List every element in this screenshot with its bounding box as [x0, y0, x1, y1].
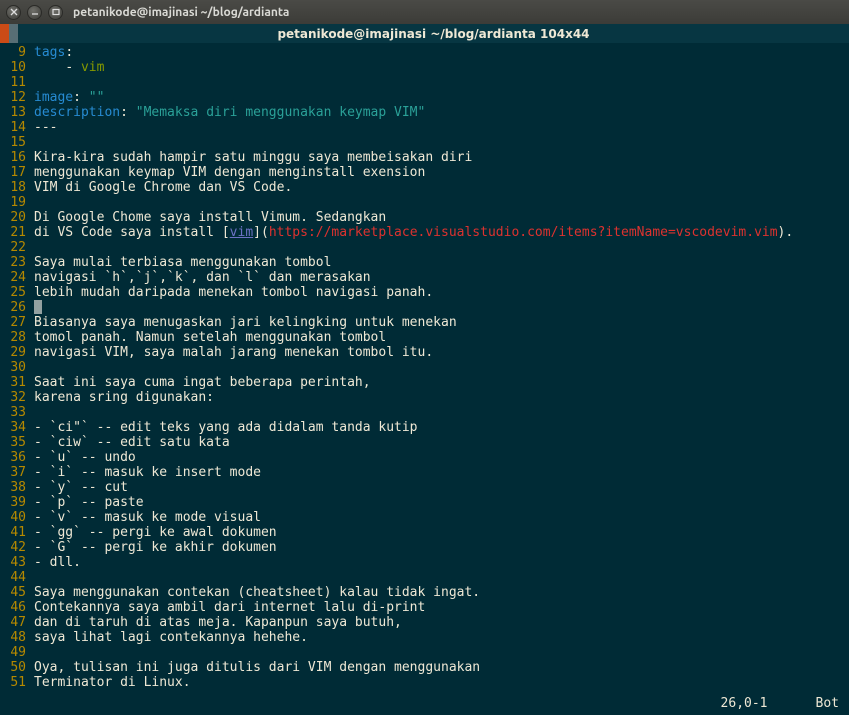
code-line: 40 - `v` -- masuk ke mode visual	[2, 510, 845, 525]
code-line: 48 saya lihat lagi contekannya hehehe.	[2, 630, 845, 645]
code-line: 15	[2, 135, 845, 150]
code-line: 23 Saya mulai terbiasa menggunakan tombo…	[2, 255, 845, 270]
code-line: 41 - `gg` -- pergi ke awal dokumen	[2, 525, 845, 540]
code-line: 47 dan di taruh di atas meja. Kapanpun s…	[2, 615, 845, 630]
code-line: 27 Biasanya saya menugaskan jari kelingk…	[2, 315, 845, 330]
tab-strip: petanikode@imajinasi ~/blog/ardianta 104…	[0, 24, 849, 43]
code-line: 29 navigasi VIM, saya malah jarang menek…	[2, 345, 845, 360]
vim-status-line: 26,0-1 Bot	[721, 696, 839, 711]
code-line: 37 - `i` -- masuk ke insert mode	[2, 465, 845, 480]
code-line: 24 navigasi `h`,`j`,`k`, dan `l` dan mer…	[2, 270, 845, 285]
code-line: 10 - vim	[2, 60, 845, 75]
code-line: 18 VIM di Google Chrome dan VS Code.	[2, 180, 845, 195]
code-line: 30	[2, 360, 845, 375]
close-icon[interactable]	[6, 5, 21, 20]
code-line: 42 - `G` -- pergi ke akhir dokumen	[2, 540, 845, 555]
window-titlebar[interactable]: petanikode@imajinasi ~/blog/ardianta	[0, 0, 849, 24]
code-line: 34 - `ci"` -- edit teks yang ada didalam…	[2, 420, 845, 435]
vim-link[interactable]: vim	[230, 225, 253, 240]
code-line: 20 Di Google Chome saya install Vimum. S…	[2, 210, 845, 225]
scroll-indicator: Bot	[816, 696, 839, 711]
vim-url[interactable]: https://marketplace.visualstudio.com/ite…	[269, 225, 778, 240]
code-line: 51 Terminator di Linux.	[2, 675, 845, 690]
code-line: 36 - `u` -- undo	[2, 450, 845, 465]
code-line: 11	[2, 75, 845, 90]
maximize-icon[interactable]	[48, 5, 63, 20]
code-line: 21 di VS Code saya install [vim](https:/…	[2, 225, 845, 240]
code-line: 46 Contekannya saya ambil dari internet …	[2, 600, 845, 615]
code-line: 16 Kira-kira sudah hampir satu minggu sa…	[2, 150, 845, 165]
code-line: 14 ---	[2, 120, 845, 135]
code-line: 28 tomol panah. Namun setelah menggunaka…	[2, 330, 845, 345]
code-line: 17 menggunakan keymap VIM dengan mengins…	[2, 165, 845, 180]
cursor-icon	[34, 300, 42, 314]
tab-label[interactable]: petanikode@imajinasi ~/blog/ardianta 104…	[18, 24, 849, 43]
editor-viewport[interactable]: 9 tags: 10 - vim 11 12 image: "" 13 desc…	[0, 43, 849, 715]
code-line: 45 Saya menggunakan contekan (cheatsheet…	[2, 585, 845, 600]
code-line: 22	[2, 240, 845, 255]
code-line: 13 description: "Memaksa diri menggunaka…	[2, 105, 845, 120]
code-line: 25 lebih mudah daripada menekan tombol n…	[2, 285, 845, 300]
code-line: 26	[2, 300, 845, 315]
window-title: petanikode@imajinasi ~/blog/ardianta	[73, 6, 289, 19]
code-line: 31 Saat ini saya cuma ingat beberapa per…	[2, 375, 845, 390]
code-line: 39 - `p` -- paste	[2, 495, 845, 510]
code-line: 50 Oya, tulisan ini juga ditulis dari VI…	[2, 660, 845, 675]
code-line: 35 - `ciw` -- edit satu kata	[2, 435, 845, 450]
code-line: 9 tags:	[2, 45, 845, 60]
code-line: 38 - `y` -- cut	[2, 480, 845, 495]
minimize-icon[interactable]	[27, 5, 42, 20]
code-line: 12 image: ""	[2, 90, 845, 105]
terminal-window: petanikode@imajinasi ~/blog/ardianta pet…	[0, 0, 849, 715]
tab-indicator-icon[interactable]	[0, 24, 18, 43]
code-line: 44	[2, 570, 845, 585]
code-line: 33	[2, 405, 845, 420]
code-line: 43 - dll.	[2, 555, 845, 570]
code-line: 32 karena sring digunakan:	[2, 390, 845, 405]
cursor-position: 26,0-1	[721, 696, 768, 711]
code-line: 49	[2, 645, 845, 660]
code-line: 19	[2, 195, 845, 210]
